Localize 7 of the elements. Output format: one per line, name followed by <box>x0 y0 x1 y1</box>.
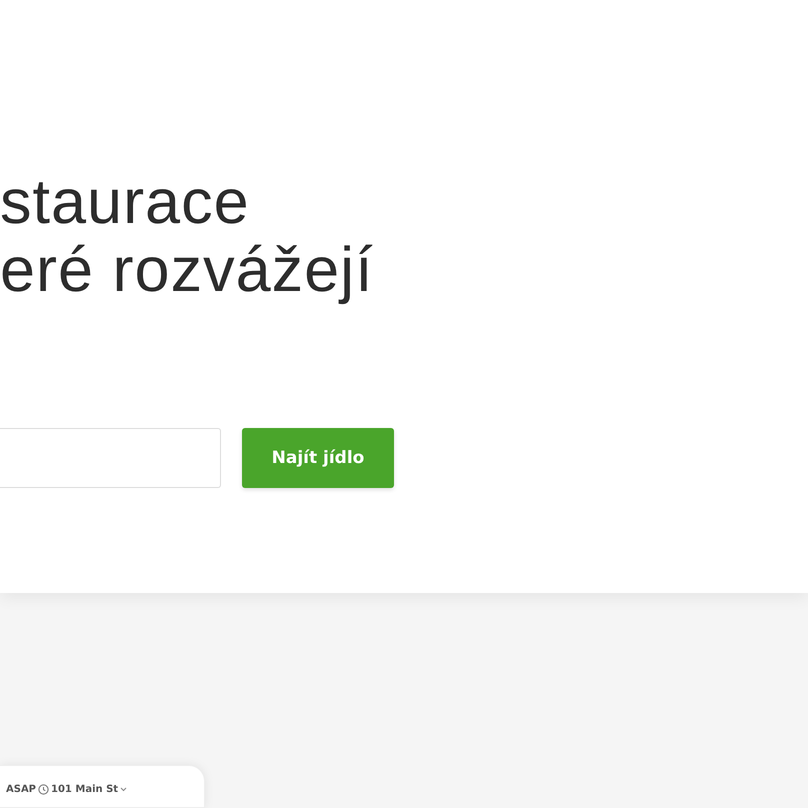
clock-icon <box>38 784 50 795</box>
chevron-down-icon[interactable] <box>120 787 128 792</box>
hero-heading-line: staurace <box>0 168 251 236</box>
delivery-time: ASAP <box>6 784 36 795</box>
hero-heading-line: eré rozvážejí <box>0 236 375 304</box>
delivery-address[interactable]: 101 Main St <box>51 784 118 795</box>
address-field[interactable] <box>0 428 221 488</box>
